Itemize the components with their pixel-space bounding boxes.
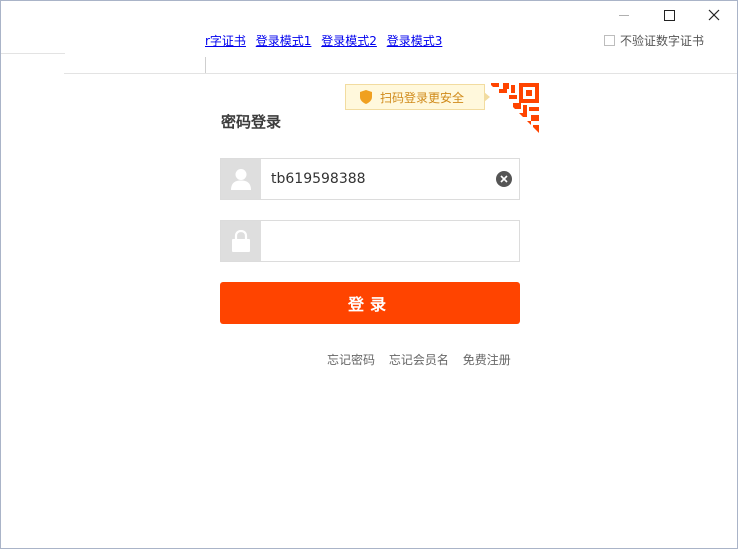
title-bar [1,1,737,29]
forgot-password-link[interactable]: 忘记密码 [327,353,375,367]
login-button[interactable]: 登录 [220,282,520,324]
link-login-mode-1[interactable]: 登录模式1 [256,34,312,48]
no-verify-label: 不验证数字证书 [620,33,705,48]
lock-icon [221,221,261,261]
clear-icon [500,175,508,183]
divider-top [64,73,737,74]
user-icon [221,159,261,199]
qr-code-icon[interactable] [487,81,541,135]
close-button[interactable] [691,1,737,29]
login-title: 密码登录 [221,113,282,131]
link-digital-cert[interactable]: r字证书 [205,34,246,48]
divider-left [1,53,65,54]
username-input[interactable] [271,159,496,199]
divider-tick [205,57,206,73]
qr-tip-text: 扫码登录更安全 [380,90,465,105]
register-link[interactable]: 免费注册 [463,353,511,367]
password-input[interactable] [271,221,496,261]
no-verify-cert-option[interactable]: 不验证数字证书 [604,32,704,48]
close-icon [708,9,720,21]
clear-username-button[interactable] [496,171,512,187]
forgot-username-link[interactable]: 忘记会员名 [389,353,449,367]
password-field [220,220,520,262]
minimize-icon [619,14,629,16]
maximize-icon [663,9,675,21]
link-login-mode-2[interactable]: 登录模式2 [321,34,377,48]
qr-login-tip: 扫码登录更安全 [345,84,490,110]
username-field [220,158,520,200]
help-links: 忘记密码 忘记会员名 免费注册 [327,351,511,368]
link-login-mode-3[interactable]: 登录模式3 [387,34,443,48]
shield-icon [360,90,372,104]
minimize-button[interactable] [601,1,647,29]
login-mode-links: r字证书 登录模式1 登录模式2 登录模式3 [205,32,448,48]
no-verify-checkbox[interactable] [604,34,615,46]
maximize-button[interactable] [646,1,692,29]
login-window: r字证书 登录模式1 登录模式2 登录模式3 不验证数字证书 密码登录 扫码登录… [0,0,738,549]
